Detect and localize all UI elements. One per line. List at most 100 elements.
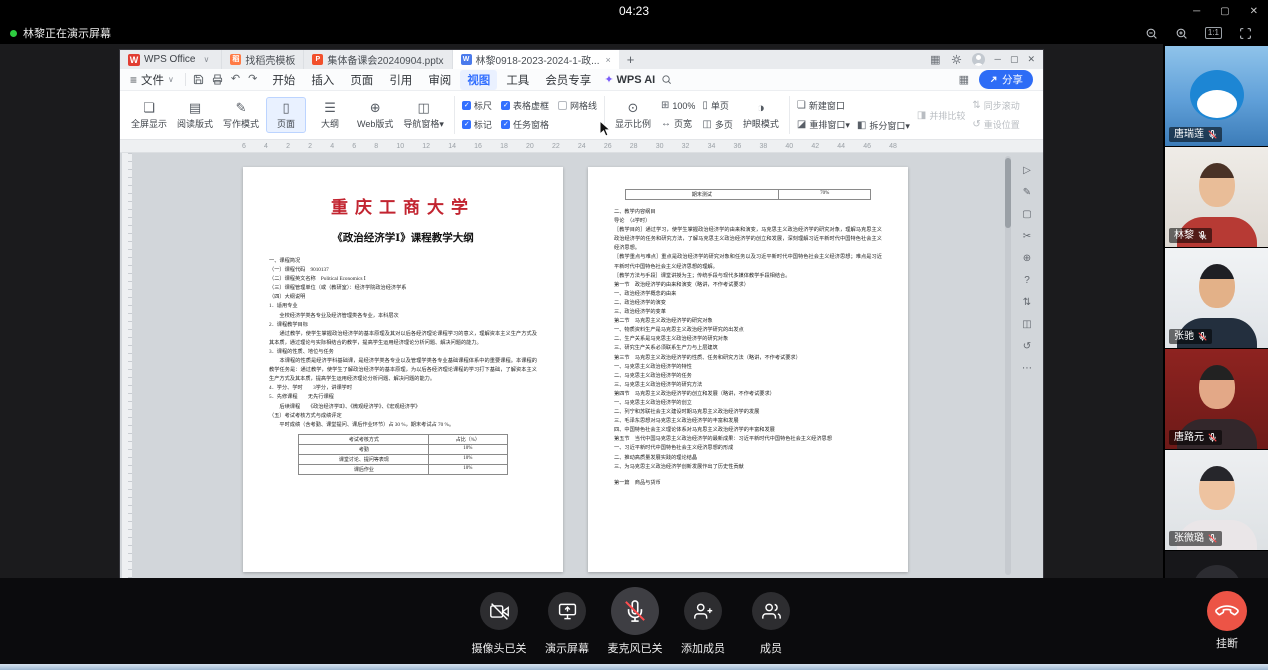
checkbox-checked[interactable]	[462, 101, 471, 110]
user-avatar[interactable]	[972, 53, 985, 66]
show-option[interactable]: 标记	[462, 118, 492, 131]
checkbox-checked[interactable]	[501, 101, 510, 110]
ribbon-tab[interactable]: 视图	[460, 70, 497, 90]
gear-icon[interactable]	[951, 54, 962, 65]
side-tool-icon[interactable]: ▷	[1023, 165, 1031, 177]
microphone-control[interactable]: 麦克风已关	[601, 586, 669, 656]
participant-tile-partial[interactable]	[1165, 551, 1268, 578]
tab-pptx-document[interactable]: P 集体备课会20240904.pptx	[303, 50, 451, 69]
wps-close-icon[interactable]: ✕	[1027, 54, 1035, 65]
divider	[789, 96, 790, 134]
zoom-scale-button[interactable]: ⊙ 显示比例	[612, 97, 654, 133]
ribbon-tab[interactable]: 引用	[382, 70, 419, 90]
side-tool-icon[interactable]: ✂	[1023, 231, 1031, 243]
ribbon-tab[interactable]: 页面	[343, 70, 380, 90]
show-option[interactable]: 任务窗格	[501, 118, 549, 131]
wps-restore-icon[interactable]: ▢	[1010, 54, 1019, 65]
side-tool-icon[interactable]: ⊕	[1023, 253, 1031, 265]
page-view-option[interactable]: ◫多页	[702, 118, 732, 131]
ribbon-tab[interactable]: 会员专享	[538, 70, 598, 90]
side-tool-icon[interactable]: ↺	[1023, 341, 1031, 353]
participant-tile[interactable]: 唐瑞莲	[1165, 46, 1268, 146]
zoom-in-icon[interactable]	[1175, 27, 1188, 40]
document-page-2[interactable]: 期末测试70% 二、教学内容纲目导论 （4学时）［教学目的］通过学习，使学生掌握…	[588, 167, 908, 572]
hamburger-icon[interactable]: ≡	[130, 73, 137, 87]
vertical-scrollbar[interactable]	[1005, 156, 1011, 575]
show-option[interactable]: 表格虚框	[501, 99, 549, 112]
document-page-1[interactable]: 重庆工商大学 《政治经济学Ⅰ》课程教学大纲 一、课程简况（一）课程代码 9010…	[243, 167, 563, 572]
tab-docer-template[interactable]: 稻 找稻壳模板	[221, 50, 303, 69]
side-tool-icon[interactable]: ▢	[1022, 209, 1031, 221]
view-mode-button-label: 页面	[277, 117, 295, 130]
undo-icon[interactable]: ↶	[231, 74, 240, 85]
file-menu[interactable]: 文件	[141, 72, 164, 88]
view-mode-button[interactable]: ⊕Web版式	[354, 97, 396, 133]
participant-tile[interactable]: 林黎	[1165, 147, 1268, 247]
side-tool-icon[interactable]: ⋯	[1022, 363, 1032, 375]
hangup-control[interactable]: 挂断	[1191, 586, 1263, 651]
chevron-down-icon: ∨	[168, 75, 174, 84]
workspace-icon[interactable]: ▦	[930, 53, 940, 66]
vertical-ruler[interactable]	[122, 153, 132, 578]
new-tab-button[interactable]: +	[619, 52, 643, 67]
wps-ai-menu[interactable]: ✦ WPS AI	[604, 73, 655, 86]
checkbox-unchecked[interactable]	[558, 101, 567, 110]
hangup-button[interactable]	[1207, 591, 1247, 631]
window-layout-icon[interactable]: ▦	[959, 73, 969, 86]
participant-tile[interactable]: 张微璐	[1165, 450, 1268, 550]
tab-word-document-active[interactable]: W 林黎0918-2023-2024-1-政... ×	[452, 50, 619, 69]
document-line: 三、毛泽东思想对马克思主义政治经济学的丰富和发展	[614, 417, 882, 426]
view-mode-button[interactable]: ❏全屏显示	[128, 97, 170, 133]
page-view-option[interactable]: ▯单页	[702, 99, 732, 112]
side-tool-icon[interactable]: ?	[1024, 275, 1030, 287]
zoom-out-icon[interactable]	[1145, 27, 1158, 40]
add-member-control[interactable]: 添加成员	[669, 586, 737, 656]
window-option[interactable]: ❏新建窗口	[797, 99, 850, 112]
save-icon[interactable]	[193, 74, 204, 85]
share-button[interactable]: 分享	[979, 70, 1033, 89]
side-tool-icon[interactable]: ◫	[1022, 319, 1031, 331]
checkbox-checked[interactable]	[462, 120, 471, 129]
compare-option-label: 重设位置	[984, 118, 1020, 131]
wps-minimize-icon[interactable]: ─	[995, 54, 1001, 65]
actual-size-icon[interactable]: 1:1	[1205, 27, 1222, 39]
ribbon-tab[interactable]: 审阅	[421, 70, 458, 90]
ribbon-tab[interactable]: 插入	[304, 70, 341, 90]
view-mode-button[interactable]: ☰大纲	[310, 97, 350, 133]
camera-control[interactable]: 摄像头已关	[465, 586, 533, 656]
participant-tile[interactable]: 唐路元	[1165, 349, 1268, 449]
window-option[interactable]: ◧拆分窗口▾	[857, 119, 910, 132]
eye-protection-button[interactable]: ◑ 护眼模式	[740, 97, 782, 133]
members-control[interactable]: 成员	[737, 586, 805, 656]
view-mode-button[interactable]: ▤阅读版式	[174, 97, 216, 133]
show-option[interactable]: 标尺	[462, 99, 492, 112]
zoom-option[interactable]: ⊞100%	[661, 100, 695, 111]
wps-home-tab[interactable]: W WPS Office ∨	[120, 50, 221, 69]
checkbox-checked[interactable]	[501, 120, 510, 129]
close-icon[interactable]: ✕	[1250, 6, 1258, 17]
ribbon-tab[interactable]: 工具	[499, 70, 536, 90]
present-screen-control[interactable]: 演示屏幕	[533, 586, 601, 656]
print-icon[interactable]	[212, 74, 223, 85]
document-line: 平时成绩（含考勤、课堂提问、课后作业环节）占 30 %，期末考试占 70 %。	[269, 421, 537, 430]
redo-icon[interactable]: ↷	[248, 74, 257, 85]
view-mode-button[interactable]: ▯页面	[266, 97, 306, 133]
minimize-icon[interactable]: ─	[1193, 6, 1200, 17]
document-line: 第五节 当代中国马克思主义政治经济学的最新成果：习近平新时代中国特色社会主义经济…	[614, 435, 882, 444]
search-icon[interactable]	[661, 74, 672, 85]
ruler-number: 8	[374, 140, 378, 153]
view-mode-button[interactable]: ✎写作模式	[220, 97, 262, 133]
horizontal-ruler[interactable]: 6422468101214161820222426283032343638404…	[120, 140, 1043, 153]
maximize-icon[interactable]: ▢	[1220, 6, 1229, 17]
participant-tile[interactable]: 张驰	[1165, 248, 1268, 348]
presenter-bar: 林黎正在演示屏幕 1:1	[0, 22, 1268, 44]
ribbon-tab[interactable]: 开始	[265, 70, 302, 90]
window-option[interactable]: ◪重排窗口▾	[797, 118, 850, 131]
fit-screen-icon[interactable]	[1239, 27, 1252, 40]
view-mode-button[interactable]: ◫导航窗格▾	[400, 97, 447, 133]
tab-close-icon[interactable]: ×	[606, 55, 611, 65]
zoom-option[interactable]: ↔页宽	[661, 117, 695, 130]
side-tool-icon[interactable]: ✎	[1023, 187, 1031, 199]
show-option[interactable]: 网格线	[558, 99, 597, 112]
side-tool-icon[interactable]: ⇅	[1023, 297, 1031, 309]
